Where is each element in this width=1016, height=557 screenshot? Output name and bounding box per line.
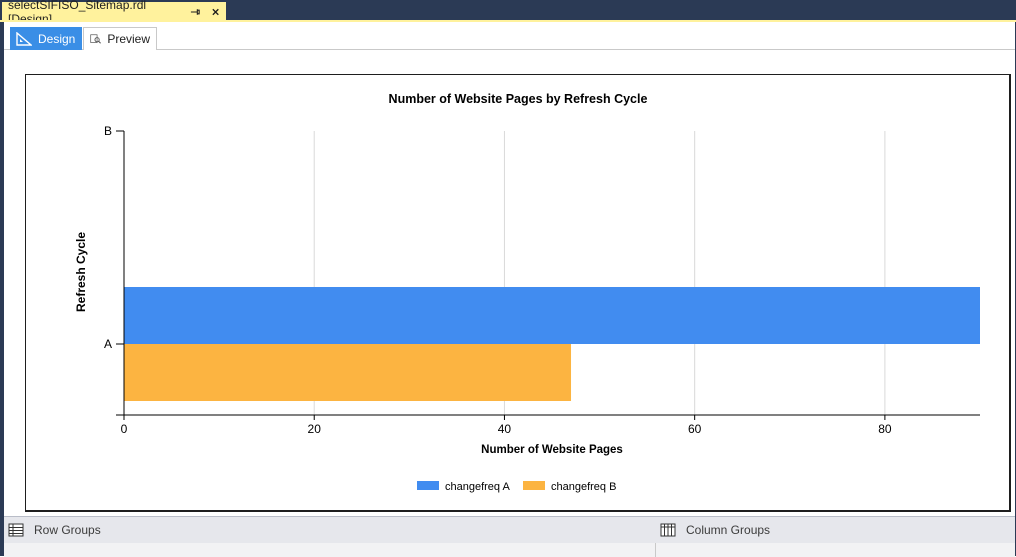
x-tick-label: 60 bbox=[688, 422, 702, 436]
tab-design-label: Design bbox=[38, 31, 76, 46]
row-groups-icon bbox=[8, 523, 24, 537]
document-tab[interactable]: selectSIFISO_Sitemap.rdl [Design] bbox=[2, 0, 226, 26]
legend: changefreq A changefreq B bbox=[417, 481, 616, 493]
column-groups-icon bbox=[660, 523, 676, 537]
grouping-pane-body[interactable] bbox=[4, 543, 1015, 557]
chart-title: Number of Website Pages by Refresh Cycle bbox=[389, 92, 648, 106]
bar-chart: Number of Website Pages by Refresh Cycle… bbox=[74, 92, 980, 493]
x-tick-label: 20 bbox=[308, 422, 322, 436]
legend-label: changefreq A bbox=[445, 481, 510, 493]
x-tick-label: 0 bbox=[121, 422, 128, 436]
design-ruler-icon bbox=[16, 31, 32, 46]
y-tick-label: A bbox=[104, 337, 112, 351]
column-groups-label: Column Groups bbox=[686, 523, 771, 537]
tab-preview-label: Preview bbox=[107, 32, 150, 46]
close-icon[interactable] bbox=[211, 7, 220, 17]
row-groups-label: Row Groups bbox=[34, 523, 101, 537]
bar-A-series-2 bbox=[124, 344, 572, 401]
x-tick-label: 40 bbox=[498, 422, 512, 436]
grouping-pane-divider bbox=[655, 543, 656, 557]
grouping-pane: Row Groups Column Groups bbox=[4, 516, 1015, 557]
preview-magnifier-icon bbox=[90, 34, 101, 44]
y-axis-title: Refresh Cycle bbox=[74, 232, 88, 312]
row-groups-header[interactable]: Row Groups bbox=[8, 517, 101, 543]
tab-preview[interactable]: Preview bbox=[83, 27, 157, 50]
legend-label: changefreq B bbox=[551, 481, 616, 493]
legend-swatch bbox=[417, 481, 439, 490]
y-tick-label: B bbox=[104, 124, 112, 138]
column-groups-header[interactable]: Column Groups bbox=[660, 517, 770, 543]
tab-design[interactable]: Design bbox=[10, 27, 82, 50]
report-design-canvas[interactable]: Number of Website Pages by Refresh Cycle… bbox=[4, 50, 1015, 516]
view-tab-bar: Design Preview bbox=[4, 22, 1015, 50]
x-axis-title: Number of Website Pages bbox=[481, 444, 623, 456]
document-tab-strip: selectSIFISO_Sitemap.rdl [Design] bbox=[0, 0, 1016, 26]
legend-swatch bbox=[523, 481, 545, 490]
chart-report-item[interactable]: Number of Website Pages by Refresh Cycle… bbox=[25, 74, 1011, 512]
bars bbox=[124, 287, 980, 401]
x-tick-label: 80 bbox=[878, 422, 892, 436]
bar-A-series-1 bbox=[124, 287, 980, 344]
pin-icon[interactable] bbox=[190, 6, 201, 18]
